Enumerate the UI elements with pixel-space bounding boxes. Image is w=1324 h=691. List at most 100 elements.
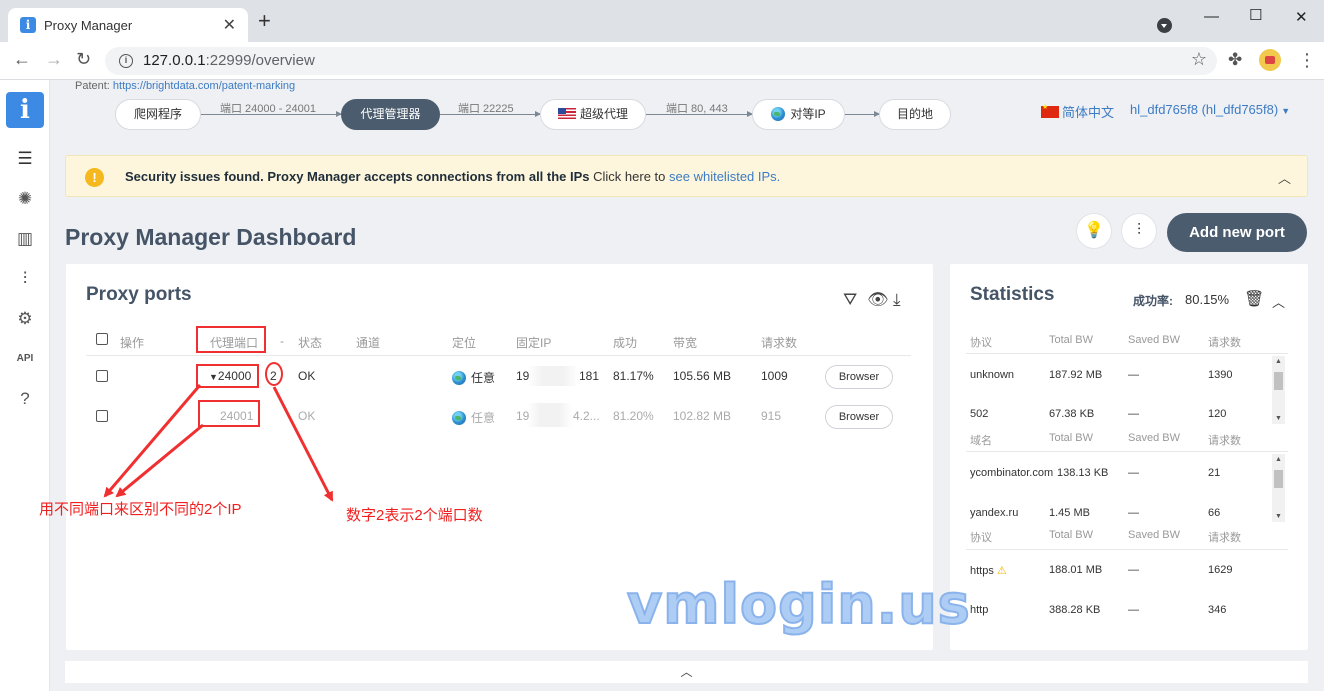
- scrollbar[interactable]: ▲ ▼: [1272, 356, 1285, 424]
- eye-icon[interactable]: 👁: [867, 290, 889, 310]
- address-bar[interactable]: i 127.0.0.1:22999/overview ☆: [105, 47, 1217, 75]
- stats-total: 138.13 KB: [1057, 467, 1109, 479]
- patent-label: Patent:: [75, 80, 110, 92]
- chain-node-crawler: 爬网程序: [115, 99, 201, 130]
- filter-icon[interactable]: ⛛: [843, 290, 857, 310]
- col-success[interactable]: 成功: [613, 334, 637, 351]
- stats-col-total-bw: Total BW: [1049, 432, 1094, 444]
- stats-col-protocol: 协议: [970, 337, 992, 349]
- select-all-checkbox[interactable]: [96, 333, 108, 345]
- stats-saved: —: [1128, 604, 1139, 616]
- stats-total: 187.92 MB: [1049, 369, 1103, 381]
- proxy-ports-title: Proxy ports: [86, 284, 192, 305]
- col-channel[interactable]: 通道: [356, 334, 380, 351]
- app-logo[interactable]: i: [6, 92, 44, 128]
- warning-icon: !: [85, 168, 104, 187]
- col-requests[interactable]: 请求数: [761, 334, 797, 351]
- col-actions: 操作: [120, 336, 145, 350]
- overview-list-icon[interactable]: ☰: [14, 148, 36, 170]
- stats-total: 388.28 KB: [1049, 604, 1101, 616]
- divider: [966, 353, 1288, 354]
- tips-lightbulb-button[interactable]: 💡: [1076, 213, 1112, 249]
- col-status[interactable]: 状态: [298, 334, 322, 351]
- site-info-icon[interactable]: i: [119, 54, 133, 68]
- collapse-chevron-icon[interactable]: ︿: [1272, 292, 1285, 311]
- annotation-text-count: 数字2表示2个端口数: [346, 507, 483, 524]
- stats-name: http: [970, 604, 989, 616]
- stats-req: 1390: [1208, 369, 1233, 381]
- stats-req: 346: [1208, 604, 1227, 616]
- back-icon[interactable]: ←: [13, 49, 31, 70]
- add-new-port-button[interactable]: Add new port: [1167, 213, 1307, 252]
- maximize-icon[interactable]: ☐: [1249, 6, 1262, 24]
- profile-avatar[interactable]: [1259, 49, 1281, 71]
- stats-name: yandex.ru: [970, 507, 1019, 519]
- trash-icon[interactable]: 🗑: [1244, 289, 1264, 309]
- status-cell: OK: [298, 369, 316, 383]
- collapse-chevron-icon[interactable]: ︿: [1278, 168, 1291, 187]
- blurred-ip: [527, 366, 579, 386]
- patent-link[interactable]: https://brightdata.com/patent-marking: [113, 80, 295, 92]
- stats-name: ycombinator.com: [970, 467, 1054, 479]
- whitelist-link[interactable]: see whitelisted IPs.: [669, 169, 780, 184]
- col-location[interactable]: 定位: [452, 334, 476, 351]
- warning-icon: ⚠: [996, 565, 1007, 577]
- location-cell: 任意: [452, 369, 495, 386]
- stats-col-saved-bw: Saved BW: [1128, 432, 1180, 444]
- stats-saved: —: [1128, 467, 1139, 479]
- help-icon[interactable]: ?: [14, 388, 36, 410]
- browser-toolbar: ← → ↻ i 127.0.0.1:22999/overview ☆: [0, 42, 1324, 80]
- chain-node-destination: 目的地: [879, 99, 951, 130]
- new-tab-icon[interactable]: +: [258, 10, 271, 32]
- col-bandwidth[interactable]: 带宽: [673, 334, 697, 351]
- scrollbar[interactable]: ▲ ▼: [1272, 454, 1285, 522]
- divider: [86, 355, 911, 356]
- annotation-circle-count: [265, 362, 283, 386]
- stats-col-domain: 域名: [970, 435, 992, 447]
- stats-col-requests: 请求数: [1208, 337, 1241, 349]
- globe-icon: [452, 411, 466, 425]
- stats-col-saved-bw: Saved BW: [1128, 334, 1180, 346]
- globe-icon: [452, 371, 466, 385]
- settings-gear-icon[interactable]: ⚙: [14, 308, 36, 330]
- reload-icon[interactable]: ↻: [76, 49, 91, 70]
- stats-total: 67.38 KB: [1049, 408, 1095, 420]
- stats-chart-icon[interactable]: ▥: [14, 228, 36, 250]
- row-checkbox[interactable]: [96, 410, 108, 422]
- sliders-icon[interactable]: ⫶: [14, 268, 36, 290]
- stats-col-requests: 请求数: [1208, 532, 1241, 544]
- security-warning-banner: ! Security issues found. Proxy Manager a…: [65, 155, 1308, 197]
- blurred-ip: [527, 403, 573, 427]
- tab-title: Proxy Manager: [44, 18, 133, 33]
- chain-port-label: 端口 22225: [458, 103, 514, 115]
- requests-cell: 1009: [761, 369, 788, 383]
- browser-button[interactable]: Browser: [825, 365, 893, 389]
- location-cell: 任意: [452, 409, 495, 426]
- tab-search-icon[interactable]: [1157, 18, 1172, 33]
- divider: [966, 549, 1288, 550]
- stats-name: 502: [970, 408, 989, 420]
- forward-icon[interactable]: →: [45, 49, 63, 70]
- user-account-menu[interactable]: hl_dfd765f8 (hl_dfd765f8) ▼: [1130, 102, 1290, 117]
- success-cell: 81.20%: [613, 409, 654, 423]
- extensions-puzzle-icon[interactable]: ✤: [1228, 50, 1242, 70]
- browser-button[interactable]: Browser: [825, 405, 893, 429]
- close-window-icon[interactable]: ✕: [1295, 8, 1308, 26]
- browser-tab[interactable]: i Proxy Manager ✕: [8, 8, 248, 42]
- language-selector[interactable]: 简体中文: [1041, 102, 1114, 121]
- browser-menu-icon[interactable]: ⋮: [1298, 50, 1316, 71]
- col-fixed-ip[interactable]: 固定IP: [516, 334, 551, 351]
- settings-sliders-button[interactable]: ⫶: [1121, 213, 1157, 249]
- close-tab-icon[interactable]: ✕: [223, 15, 236, 35]
- download-icon[interactable]: ⤓: [893, 290, 901, 310]
- bookmark-star-icon[interactable]: ☆: [1191, 49, 1207, 70]
- annotation-text-ports: 用不同端口来区别不同的2个IP: [39, 501, 242, 518]
- statistics-title: Statistics: [970, 284, 1055, 305]
- api-icon[interactable]: API: [14, 348, 36, 370]
- stats-col-requests: 请求数: [1208, 435, 1241, 447]
- lightbulb-icon[interactable]: ✺: [14, 188, 36, 210]
- stats-name: https ⚠: [970, 565, 1007, 577]
- expand-bottom-bar[interactable]: ︿: [65, 661, 1308, 683]
- minimize-icon[interactable]: —: [1204, 8, 1219, 25]
- row-checkbox[interactable]: [96, 370, 108, 382]
